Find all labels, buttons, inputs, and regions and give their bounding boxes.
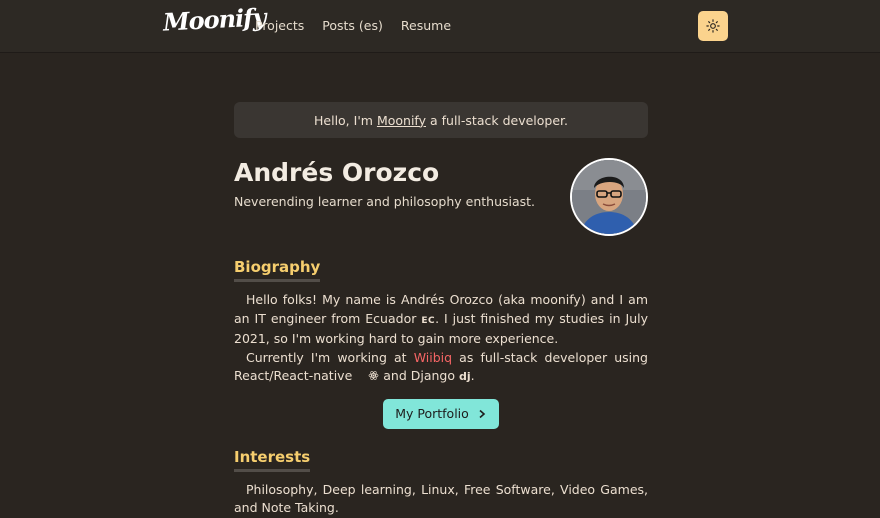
nav-link-posts[interactable]: Posts (es) [322,18,383,33]
django-icon: dj [458,370,471,383]
chevron-right-icon [479,409,485,418]
site-logo[interactable]: Moonify [162,2,266,36]
intro-moonify-link[interactable]: Moonify [377,113,426,128]
biography-paragraph-2: Currently I'm working at Wiibiq as full-… [234,349,648,387]
biography-section: Biography Hello folks! My name is Andrés… [234,254,648,429]
profile-tagline: Neverending learner and philosophy enthu… [234,194,536,209]
interests-text: Philosophy, Deep learning, Linux, Free S… [234,481,648,516]
profile-name: Andrés Orozco [234,158,440,187]
profile-header: Andrés Orozco Neverending learner and ph… [234,158,648,254]
ecuador-flag-icon: EC [421,315,436,326]
interests-section: Interests Philosophy, Deep learning, Lin… [234,447,648,518]
nav-links: Projects Posts (es) Resume [255,18,451,33]
my-portfolio-button[interactable]: My Portfolio [383,398,499,429]
main-content: Hello, I'm Moonify a full-stack develope… [234,102,648,518]
portfolio-button-label: My Portfolio [395,406,469,421]
intro-text-after: a full-stack developer. [430,112,568,128]
company-link[interactable]: Wiibiq [414,350,452,365]
intro-banner: Hello, I'm Moonify a full-stack develope… [234,102,648,138]
biography-paragraph-1: Hello folks! My name is Andrés Orozco (a… [234,292,648,346]
biography-heading: Biography [234,258,321,282]
top-navbar: Moonify Projects Posts (es) Resume [0,0,880,52]
sun-icon [706,19,720,33]
nav-link-projects[interactable]: Projects [255,18,304,33]
avatar [570,158,648,236]
interests-heading: Interests [234,448,311,472]
nav-link-resume[interactable]: Resume [401,18,451,33]
react-icon [356,368,379,387]
theme-toggle-button[interactable] [698,11,728,41]
intro-text-before: Hello, I'm [314,112,373,128]
